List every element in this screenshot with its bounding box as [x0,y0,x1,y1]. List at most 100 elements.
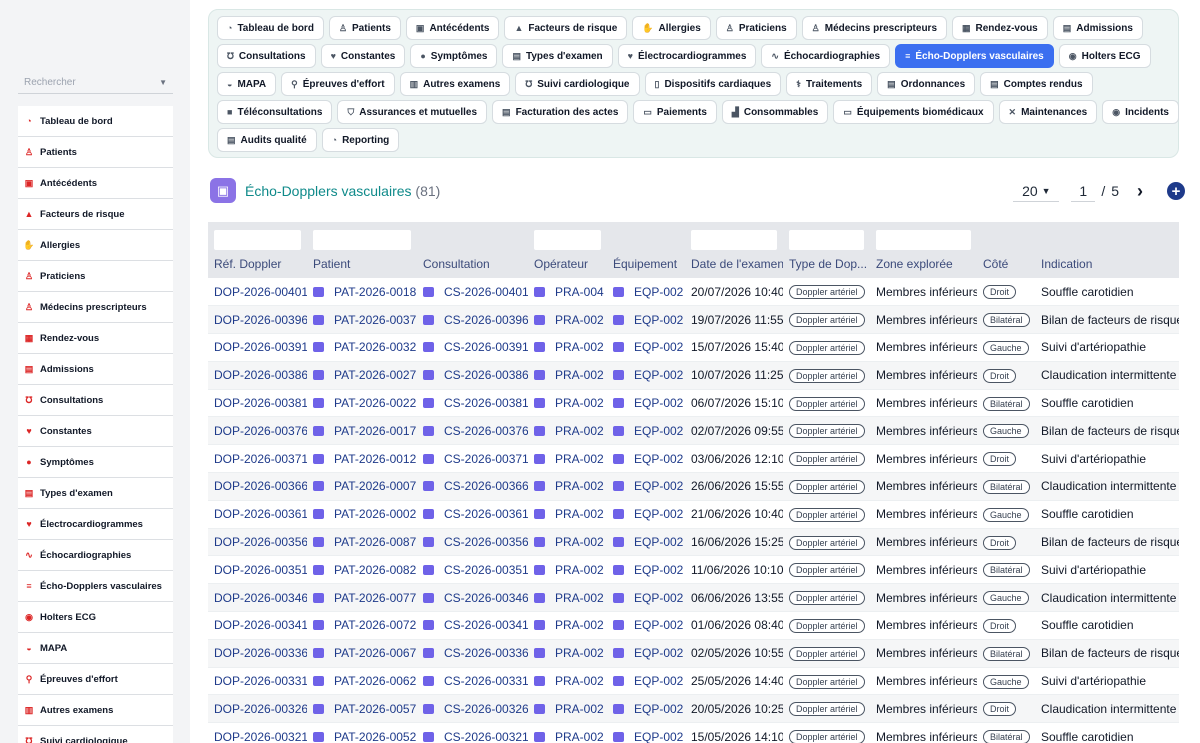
tab-comptes-rendus[interactable]: ▤ Comptes rendus [980,72,1093,96]
tab-reporting[interactable]: ◔ Reporting [321,128,400,152]
sidebar-item-epreuves-d-effort[interactable]: ⚲ Épreuves d'effort [18,664,173,695]
operator-value[interactable]: PRA-002 [555,563,604,577]
operator-value[interactable]: PRA-002 [555,340,604,354]
reference-link-icon[interactable] [313,314,324,325]
reference-link-icon[interactable] [613,453,624,464]
sidebar-item-symptomes[interactable]: ● Symptômes [18,447,173,478]
sidebar-item-patients[interactable]: ♙ Patients [18,137,173,168]
tab-incidents[interactable]: ◉ Incidents [1102,100,1179,124]
tab-traitements[interactable]: ⚕ Traitements [786,72,873,96]
table-row[interactable]: DOP-2026-00376 PAT-2026-0017 CS-2026-00376… [208,416,1179,446]
tab-echocardiographies[interactable]: ∿ Échocardiographies [761,44,891,68]
ref-value[interactable]: DOP-2026-00366 [214,479,307,493]
equipment-value[interactable]: EQP-002 [634,340,683,354]
table-row[interactable]: DOP-2026-00346 PAT-2026-0077 CS-2026-00346… [208,583,1179,613]
per-page-select[interactable]: 20 ▼ [1013,180,1060,202]
table-row[interactable]: DOP-2026-00366 PAT-2026-0007 CS-2026-00366… [208,472,1179,501]
sidebar-item-holters-ecg[interactable]: ◉ Holters ECG [18,602,173,633]
tab-allergies[interactable]: ✋ Allergies [632,16,711,40]
reference-link-icon[interactable] [613,620,624,631]
column-header-ref-doppler[interactable]: Réf. Doppler [208,250,307,278]
equipment-value[interactable]: EQP-002 [634,396,683,410]
sidebar-item-medecins-prescripteurs[interactable]: ♙ Médecins prescripteurs [18,292,173,323]
sidebar-item-echocardiographies[interactable]: ∿ Échocardiographies [18,540,173,571]
patient-value[interactable]: PAT-2026-0002 [334,507,416,521]
ref-value[interactable]: DOP-2026-00391 [214,340,307,354]
sidebar-item-antecedents[interactable]: ▣ Antécédents [18,168,173,199]
reference-link-icon[interactable] [423,537,434,548]
reference-link-icon[interactable] [313,731,324,742]
reference-link-icon[interactable] [613,481,624,492]
operator-value[interactable]: PRA-002 [555,424,604,438]
reference-link-icon[interactable] [423,370,434,381]
reference-link-icon[interactable] [613,342,624,353]
operator-value[interactable]: PRA-002 [555,730,604,743]
filter-input-operateur[interactable] [534,230,601,250]
tab-mapa[interactable]: ◒ MAPA [217,72,277,96]
consultation-value[interactable]: CS-2026-00401 [444,285,528,299]
reference-link-icon[interactable] [423,453,434,464]
reference-link-icon[interactable] [313,703,324,714]
tab-teleconsultations[interactable]: ■ Téléconsultations [217,100,333,124]
patient-value[interactable]: PAT-2026-0018 [334,285,416,299]
tab-consommables[interactable]: ▟ Consommables [721,100,829,124]
reference-link-icon[interactable] [313,537,324,548]
reference-link-icon[interactable] [423,703,434,714]
sidebar-item-tableau-de-bord[interactable]: ◔ Tableau de bord [18,106,173,137]
sidebar-item-admissions[interactable]: ▤ Admissions [18,354,173,385]
sidebar-item-suivi-cardiologique[interactable]: ℧ Suivi cardiologique [18,726,173,743]
equipment-value[interactable]: EQP-002 [634,563,683,577]
equipment-value[interactable]: EQP-002 [634,368,683,382]
tab-antecedents[interactable]: ▣ Antécédents [405,16,500,40]
reference-link-icon[interactable] [613,537,624,548]
reference-link-icon[interactable] [534,564,545,575]
patient-value[interactable]: PAT-2026-0067 [334,646,416,660]
consultation-value[interactable]: CS-2026-00356 [444,535,528,549]
tab-consultations[interactable]: ℧ Consultations [217,44,316,68]
reference-link-icon[interactable] [313,425,324,436]
operator-value[interactable]: PRA-002 [555,702,604,716]
reference-link-icon[interactable] [313,676,324,687]
tab-symptomes[interactable]: ● Symptômes [410,44,498,68]
table-row[interactable]: DOP-2026-00321 PAT-2026-0052 CS-2026-00321… [208,722,1179,743]
tab-holters-ecg[interactable]: ◉ Holters ECG [1058,44,1151,68]
equipment-value[interactable]: EQP-002 [634,674,683,688]
reference-link-icon[interactable] [423,425,434,436]
reference-link-icon[interactable] [534,703,545,714]
reference-link-icon[interactable] [313,342,324,353]
reference-link-icon[interactable] [313,592,324,603]
tab-paiements[interactable]: ▭ Paiements [633,100,717,124]
patient-value[interactable]: PAT-2026-0017 [334,424,416,438]
consultation-value[interactable]: CS-2026-00341 [444,618,528,632]
table-row[interactable]: DOP-2026-00361 PAT-2026-0002 CS-2026-00361… [208,500,1179,529]
table-row[interactable]: DOP-2026-00401 PAT-2026-0018 CS-2026-00401… [208,278,1179,307]
consultation-value[interactable]: CS-2026-00326 [444,702,528,716]
tab-medecins-prescripteurs[interactable]: ♙ Médecins prescripteurs [801,16,947,40]
equipment-value[interactable]: EQP-002 [634,591,683,605]
sidebar-item-echo-dopplers-vasculaires[interactable]: ≡ Écho-Dopplers vasculaires [18,571,173,602]
filter-input-ref-doppler[interactable] [214,230,301,250]
reference-link-icon[interactable] [423,648,434,659]
reference-link-icon[interactable] [423,564,434,575]
column-header-equipement[interactable]: Équipement [607,250,685,278]
table-row[interactable]: DOP-2026-00356 PAT-2026-0087 CS-2026-00356… [208,528,1179,557]
reference-link-icon[interactable] [613,425,624,436]
ref-value[interactable]: DOP-2026-00401 [214,285,307,299]
table-row[interactable]: DOP-2026-00326 PAT-2026-0057 CS-2026-00326… [208,694,1179,724]
equipment-value[interactable]: EQP-002 [634,618,683,632]
consultation-value[interactable]: CS-2026-00346 [444,591,528,605]
tab-suivi-cardiologique[interactable]: ℧ Suivi cardiologique [515,72,640,96]
reference-link-icon[interactable] [423,314,434,325]
next-page-button[interactable]: › [1137,181,1143,202]
table-row[interactable]: DOP-2026-00336 PAT-2026-0067 CS-2026-00336… [208,639,1179,668]
tab-constantes[interactable]: ♥ Constantes [320,44,406,68]
reference-link-icon[interactable] [313,564,324,575]
reference-link-icon[interactable] [313,648,324,659]
patient-value[interactable]: PAT-2026-0087 [334,535,416,549]
table-row[interactable]: DOP-2026-00351 PAT-2026-0082 CS-2026-00351… [208,555,1179,585]
patient-value[interactable]: PAT-2026-0037 [334,313,416,327]
column-header-operateur[interactable]: Opérateur [528,250,607,278]
equipment-value[interactable]: EQP-002 [634,313,683,327]
reference-link-icon[interactable] [534,453,545,464]
sidebar-item-autres-examens[interactable]: ▥ Autres examens [18,695,173,726]
